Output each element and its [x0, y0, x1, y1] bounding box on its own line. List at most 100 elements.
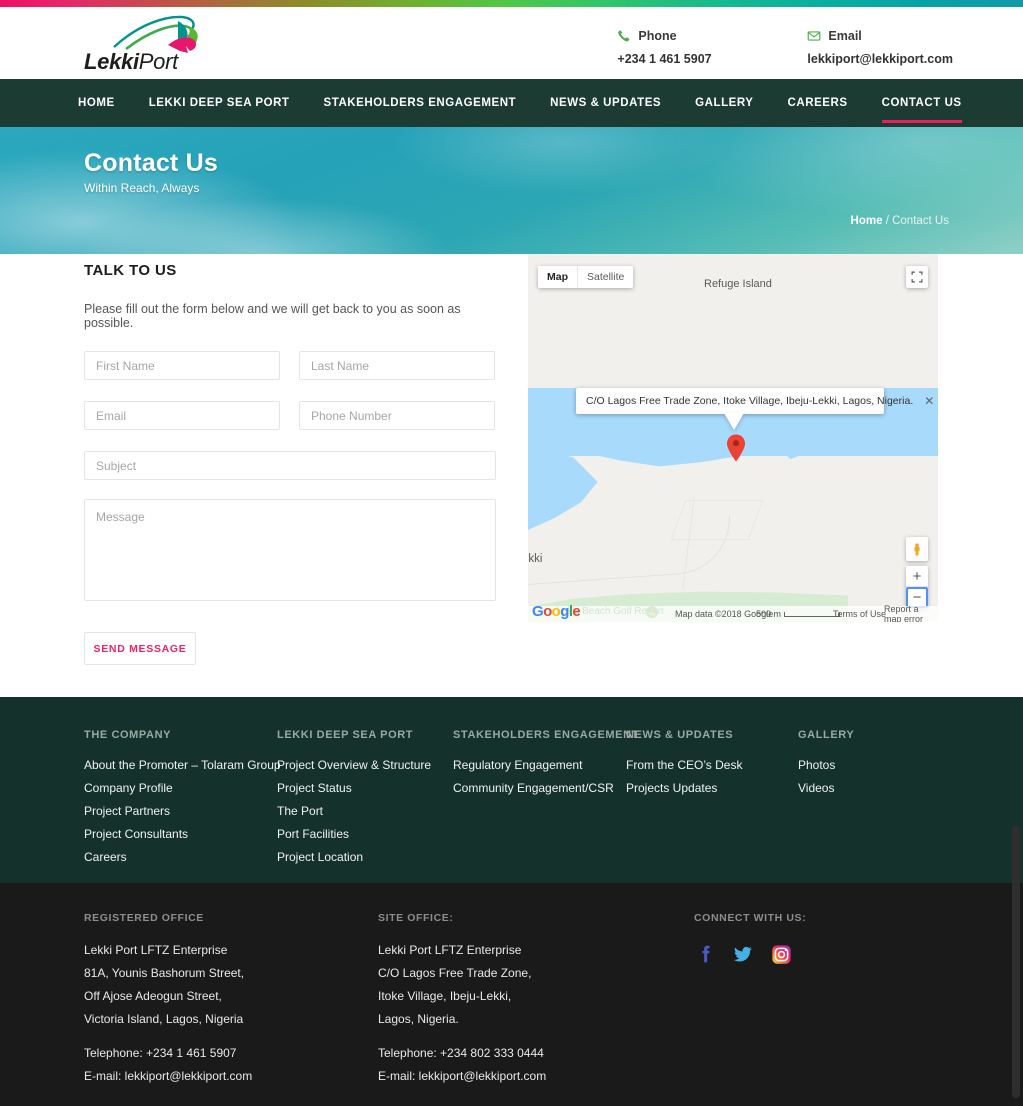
- main-content: TALK TO US Please fill out the form belo…: [0, 254, 1023, 697]
- message-textarea[interactable]: [84, 499, 496, 601]
- page-subtitle: Within Reach, Always: [84, 181, 199, 195]
- header-phone-block: Phone +234 1 461 5907: [617, 29, 747, 66]
- first-name-input[interactable]: [84, 351, 280, 380]
- footer-column-heading: STAKEHOLDERS ENGAGEMENT: [453, 729, 626, 741]
- send-message-button[interactable]: SEND MESSAGE: [84, 632, 196, 665]
- breadcrumb: Home / Contact Us: [851, 215, 949, 227]
- footer-link[interactable]: Regulatory Engagement: [453, 758, 626, 772]
- registered-office-email[interactable]: E-mail: lekkiport@lekkiport.com: [84, 1069, 354, 1083]
- breadcrumb-separator: /: [886, 215, 889, 227]
- email-input[interactable]: [84, 401, 280, 430]
- facebook-icon[interactable]: [694, 943, 716, 965]
- address-line: Lekki Port LFTZ Enterprise: [378, 943, 648, 957]
- envelope-icon: [807, 29, 821, 43]
- site-office-telephone[interactable]: Telephone: +234 802 333 0444: [378, 1046, 648, 1060]
- header-email-block: Email lekkiport@lekkiport.com: [807, 29, 953, 66]
- phone-input[interactable]: [299, 401, 495, 430]
- map-plot-outline: [671, 500, 764, 540]
- map-info-window-tail: [724, 413, 744, 430]
- form-row-contact: [84, 401, 496, 430]
- header-email-label-row: Email: [807, 29, 953, 43]
- map-attribution-bar: Google Map data ©2018 Google 500 m Terms…: [528, 606, 938, 622]
- map-scale-label: 500 m: [756, 609, 781, 619]
- page-scrollbar[interactable]: [1008, 0, 1023, 1106]
- footer-link[interactable]: Community Engagement/CSR: [453, 781, 626, 795]
- footer-column-heading: THE COMPANY: [84, 729, 277, 741]
- header-phone-label-row: Phone: [617, 29, 747, 43]
- site-header: LekkiPort Phone +234 1 461 5907 Emai: [0, 7, 1023, 79]
- nav-item-lekki-deep-sea-port[interactable]: LEKKI DEEP SEA PORT: [149, 79, 290, 127]
- footer-column-heading: LEKKI DEEP SEA PORT: [277, 729, 453, 741]
- gradient-accent-bar: [0, 0, 1023, 7]
- footer-link[interactable]: Videos: [798, 781, 938, 795]
- address-line: 81A, Younis Bashorum Street,: [84, 966, 354, 980]
- footer-link[interactable]: Project Status: [277, 781, 453, 795]
- main-navigation: HOME LEKKI DEEP SEA PORT STAKEHOLDERS EN…: [0, 79, 1023, 127]
- social-links: [694, 943, 944, 965]
- google-logo[interactable]: Google: [532, 604, 580, 619]
- footer-link[interactable]: Photos: [798, 758, 938, 772]
- map-report-error-link[interactable]: Report a map error: [884, 604, 938, 622]
- logo-word-port: Port: [139, 49, 178, 74]
- breadcrumb-home[interactable]: Home: [851, 215, 883, 227]
- google-logo-o1: o: [543, 603, 552, 620]
- last-name-input[interactable]: [299, 351, 495, 380]
- zoom-in-button[interactable]: +: [906, 566, 928, 587]
- connect-with-us-block: CONNECT WITH US:: [694, 912, 944, 965]
- close-icon[interactable]: ✕: [921, 395, 937, 407]
- map-type-map-button[interactable]: Map: [538, 266, 578, 288]
- nav-item-contact-us[interactable]: CONTACT US: [882, 79, 962, 127]
- footer-link[interactable]: About the Promoter – Tolaram Group: [84, 758, 277, 772]
- nav-item-careers[interactable]: CAREERS: [788, 79, 848, 127]
- subject-input[interactable]: [84, 451, 496, 480]
- footer-column-heading: GALLERY: [798, 729, 938, 741]
- address-line: Itoke Village, Ibeju-Lekki,: [378, 989, 648, 1003]
- fullscreen-icon[interactable]: [906, 266, 928, 288]
- form-heading: TALK TO US: [84, 262, 496, 279]
- footer-link[interactable]: Project Consultants: [84, 827, 277, 841]
- footer-link[interactable]: Port Facilities: [277, 827, 453, 841]
- footer-link[interactable]: The Port: [277, 804, 453, 818]
- footer-link[interactable]: Company Profile: [84, 781, 277, 795]
- footer-link[interactable]: From the CEO’s Desk: [626, 758, 798, 772]
- google-map[interactable]: Refuge Island ekki Lekki Beach Golf Reso…: [528, 254, 938, 622]
- phone-icon: [617, 29, 631, 43]
- twitter-icon[interactable]: [732, 943, 754, 965]
- footer-link[interactable]: Projects Updates: [626, 781, 798, 795]
- map-type-satellite-button[interactable]: Satellite: [578, 266, 633, 288]
- nav-item-stakeholders-engagement[interactable]: STAKEHOLDERS ENGAGEMENT: [324, 79, 517, 127]
- breadcrumb-current: Contact Us: [892, 215, 949, 227]
- footer-column-the-company: THE COMPANY About the Promoter – Tolaram…: [84, 729, 277, 873]
- header-email-value[interactable]: lekkiport@lekkiport.com: [807, 52, 953, 66]
- registered-office-telephone[interactable]: Telephone: +234 1 461 5907: [84, 1046, 354, 1060]
- scrollbar-thumb[interactable]: [1012, 826, 1020, 1098]
- footer-contact-section: REGISTERED OFFICE Lekki Port LFTZ Enterp…: [0, 883, 1023, 1106]
- footer-link[interactable]: Project Partners: [84, 804, 277, 818]
- nav-item-home[interactable]: HOME: [78, 79, 115, 127]
- nav-item-gallery[interactable]: GALLERY: [695, 79, 753, 127]
- header-phone-value[interactable]: +234 1 461 5907: [617, 52, 747, 66]
- pegman-streetview-icon[interactable]: [906, 537, 928, 561]
- header-contact-info: Phone +234 1 461 5907 Email lekkiport@le…: [617, 29, 953, 66]
- site-logo[interactable]: LekkiPort: [84, 15, 214, 73]
- map-terms-link[interactable]: Terms of Use: [833, 609, 886, 619]
- footer-link[interactable]: Project Location: [277, 850, 453, 864]
- footer-link[interactable]: Careers: [84, 850, 277, 864]
- logo-wordmark: LekkiPort: [84, 49, 178, 75]
- site-office-email[interactable]: E-mail: lekkiport@lekkiport.com: [378, 1069, 648, 1083]
- connect-with-us-heading: CONNECT WITH US:: [694, 912, 944, 924]
- footer-link[interactable]: Project Overview & Structure: [277, 758, 453, 772]
- map-zoom-control: + −: [906, 566, 928, 608]
- address-line: Off Ajose Adeogun Street,: [84, 989, 354, 1003]
- contact-form-section: TALK TO US Please fill out the form belo…: [84, 262, 496, 665]
- map-location-pin-icon[interactable]: [726, 434, 746, 462]
- form-row-name: [84, 351, 496, 380]
- map-scale-bar: [784, 612, 840, 617]
- address-line: Lekki Port LFTZ Enterprise: [84, 943, 354, 957]
- instagram-icon[interactable]: [770, 943, 792, 965]
- google-logo-g2: g: [560, 603, 569, 620]
- form-row-subject: [84, 451, 496, 480]
- footer-columns: THE COMPANY About the Promoter – Tolaram…: [84, 729, 938, 873]
- google-logo-e: e: [572, 603, 580, 620]
- nav-item-news-updates[interactable]: NEWS & UPDATES: [550, 79, 661, 127]
